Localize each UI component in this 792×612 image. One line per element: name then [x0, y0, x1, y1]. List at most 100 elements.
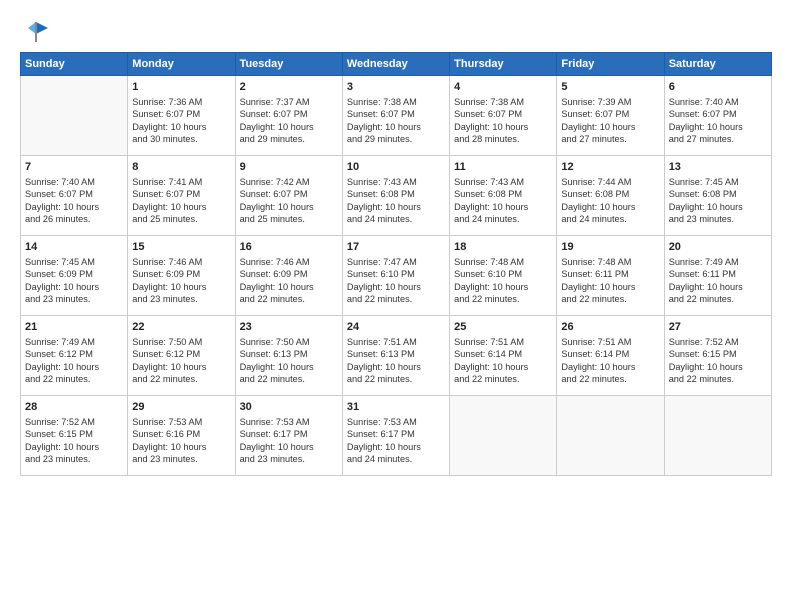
calendar-cell — [664, 396, 771, 476]
calendar-cell: 23Sunrise: 7:50 AM Sunset: 6:13 PM Dayli… — [235, 316, 342, 396]
day-number: 30 — [240, 400, 338, 415]
calendar-cell: 20Sunrise: 7:49 AM Sunset: 6:11 PM Dayli… — [664, 236, 771, 316]
day-info: Sunrise: 7:47 AM Sunset: 6:10 PM Dayligh… — [347, 256, 445, 306]
calendar-cell: 12Sunrise: 7:44 AM Sunset: 6:08 PM Dayli… — [557, 156, 664, 236]
day-number: 19 — [561, 240, 659, 255]
calendar-cell: 2Sunrise: 7:37 AM Sunset: 6:07 PM Daylig… — [235, 76, 342, 156]
calendar-cell: 15Sunrise: 7:46 AM Sunset: 6:09 PM Dayli… — [128, 236, 235, 316]
calendar-cell: 8Sunrise: 7:41 AM Sunset: 6:07 PM Daylig… — [128, 156, 235, 236]
calendar-cell: 28Sunrise: 7:52 AM Sunset: 6:15 PM Dayli… — [21, 396, 128, 476]
calendar-cell: 4Sunrise: 7:38 AM Sunset: 6:07 PM Daylig… — [450, 76, 557, 156]
weekday-header: Wednesday — [342, 53, 449, 76]
day-info: Sunrise: 7:52 AM Sunset: 6:15 PM Dayligh… — [25, 416, 123, 466]
day-number: 26 — [561, 320, 659, 335]
calendar-cell — [450, 396, 557, 476]
day-number: 10 — [347, 160, 445, 175]
calendar-cell: 7Sunrise: 7:40 AM Sunset: 6:07 PM Daylig… — [21, 156, 128, 236]
day-number: 17 — [347, 240, 445, 255]
calendar-cell: 10Sunrise: 7:43 AM Sunset: 6:08 PM Dayli… — [342, 156, 449, 236]
calendar-cell — [21, 76, 128, 156]
day-info: Sunrise: 7:51 AM Sunset: 6:14 PM Dayligh… — [561, 336, 659, 386]
calendar-week: 28Sunrise: 7:52 AM Sunset: 6:15 PM Dayli… — [21, 396, 772, 476]
day-info: Sunrise: 7:53 AM Sunset: 6:17 PM Dayligh… — [347, 416, 445, 466]
day-info: Sunrise: 7:43 AM Sunset: 6:08 PM Dayligh… — [347, 176, 445, 226]
day-info: Sunrise: 7:49 AM Sunset: 6:12 PM Dayligh… — [25, 336, 123, 386]
day-number: 29 — [132, 400, 230, 415]
page: SundayMondayTuesdayWednesdayThursdayFrid… — [0, 0, 792, 612]
day-number: 16 — [240, 240, 338, 255]
calendar-cell: 6Sunrise: 7:40 AM Sunset: 6:07 PM Daylig… — [664, 76, 771, 156]
calendar-cell: 29Sunrise: 7:53 AM Sunset: 6:16 PM Dayli… — [128, 396, 235, 476]
day-number: 28 — [25, 400, 123, 415]
logo-icon — [22, 18, 50, 46]
header — [20, 18, 772, 42]
calendar-cell — [557, 396, 664, 476]
calendar-cell: 25Sunrise: 7:51 AM Sunset: 6:14 PM Dayli… — [450, 316, 557, 396]
day-info: Sunrise: 7:38 AM Sunset: 6:07 PM Dayligh… — [454, 96, 552, 146]
day-info: Sunrise: 7:51 AM Sunset: 6:14 PM Dayligh… — [454, 336, 552, 386]
calendar-cell: 22Sunrise: 7:50 AM Sunset: 6:12 PM Dayli… — [128, 316, 235, 396]
weekday-header: Tuesday — [235, 53, 342, 76]
day-info: Sunrise: 7:44 AM Sunset: 6:08 PM Dayligh… — [561, 176, 659, 226]
calendar-week: 7Sunrise: 7:40 AM Sunset: 6:07 PM Daylig… — [21, 156, 772, 236]
day-number: 9 — [240, 160, 338, 175]
calendar-cell: 1Sunrise: 7:36 AM Sunset: 6:07 PM Daylig… — [128, 76, 235, 156]
day-number: 8 — [132, 160, 230, 175]
day-number: 12 — [561, 160, 659, 175]
day-number: 25 — [454, 320, 552, 335]
day-number: 6 — [669, 80, 767, 95]
day-info: Sunrise: 7:39 AM Sunset: 6:07 PM Dayligh… — [561, 96, 659, 146]
calendar-cell: 19Sunrise: 7:48 AM Sunset: 6:11 PM Dayli… — [557, 236, 664, 316]
day-number: 23 — [240, 320, 338, 335]
day-number: 20 — [669, 240, 767, 255]
calendar-cell: 13Sunrise: 7:45 AM Sunset: 6:08 PM Dayli… — [664, 156, 771, 236]
day-info: Sunrise: 7:50 AM Sunset: 6:12 PM Dayligh… — [132, 336, 230, 386]
calendar-cell: 3Sunrise: 7:38 AM Sunset: 6:07 PM Daylig… — [342, 76, 449, 156]
logo — [20, 18, 50, 42]
calendar-cell: 18Sunrise: 7:48 AM Sunset: 6:10 PM Dayli… — [450, 236, 557, 316]
day-number: 31 — [347, 400, 445, 415]
calendar-week: 14Sunrise: 7:45 AM Sunset: 6:09 PM Dayli… — [21, 236, 772, 316]
day-info: Sunrise: 7:46 AM Sunset: 6:09 PM Dayligh… — [240, 256, 338, 306]
calendar-week: 1Sunrise: 7:36 AM Sunset: 6:07 PM Daylig… — [21, 76, 772, 156]
day-number: 18 — [454, 240, 552, 255]
day-info: Sunrise: 7:48 AM Sunset: 6:10 PM Dayligh… — [454, 256, 552, 306]
calendar-cell: 30Sunrise: 7:53 AM Sunset: 6:17 PM Dayli… — [235, 396, 342, 476]
day-info: Sunrise: 7:45 AM Sunset: 6:08 PM Dayligh… — [669, 176, 767, 226]
day-info: Sunrise: 7:43 AM Sunset: 6:08 PM Dayligh… — [454, 176, 552, 226]
day-info: Sunrise: 7:50 AM Sunset: 6:13 PM Dayligh… — [240, 336, 338, 386]
day-info: Sunrise: 7:51 AM Sunset: 6:13 PM Dayligh… — [347, 336, 445, 386]
day-number: 14 — [25, 240, 123, 255]
weekday-header: Friday — [557, 53, 664, 76]
day-info: Sunrise: 7:41 AM Sunset: 6:07 PM Dayligh… — [132, 176, 230, 226]
day-number: 22 — [132, 320, 230, 335]
calendar-table: SundayMondayTuesdayWednesdayThursdayFrid… — [20, 52, 772, 476]
day-number: 2 — [240, 80, 338, 95]
day-number: 24 — [347, 320, 445, 335]
weekday-header: Sunday — [21, 53, 128, 76]
calendar-cell: 24Sunrise: 7:51 AM Sunset: 6:13 PM Dayli… — [342, 316, 449, 396]
day-info: Sunrise: 7:37 AM Sunset: 6:07 PM Dayligh… — [240, 96, 338, 146]
day-number: 21 — [25, 320, 123, 335]
calendar-cell: 27Sunrise: 7:52 AM Sunset: 6:15 PM Dayli… — [664, 316, 771, 396]
day-number: 7 — [25, 160, 123, 175]
calendar-cell: 11Sunrise: 7:43 AM Sunset: 6:08 PM Dayli… — [450, 156, 557, 236]
day-number: 11 — [454, 160, 552, 175]
day-info: Sunrise: 7:48 AM Sunset: 6:11 PM Dayligh… — [561, 256, 659, 306]
calendar-cell: 5Sunrise: 7:39 AM Sunset: 6:07 PM Daylig… — [557, 76, 664, 156]
calendar-cell: 14Sunrise: 7:45 AM Sunset: 6:09 PM Dayli… — [21, 236, 128, 316]
day-number: 27 — [669, 320, 767, 335]
day-info: Sunrise: 7:42 AM Sunset: 6:07 PM Dayligh… — [240, 176, 338, 226]
weekday-header: Monday — [128, 53, 235, 76]
day-info: Sunrise: 7:46 AM Sunset: 6:09 PM Dayligh… — [132, 256, 230, 306]
day-info: Sunrise: 7:40 AM Sunset: 6:07 PM Dayligh… — [25, 176, 123, 226]
day-info: Sunrise: 7:53 AM Sunset: 6:16 PM Dayligh… — [132, 416, 230, 466]
day-info: Sunrise: 7:36 AM Sunset: 6:07 PM Dayligh… — [132, 96, 230, 146]
calendar-cell: 31Sunrise: 7:53 AM Sunset: 6:17 PM Dayli… — [342, 396, 449, 476]
calendar-week: 21Sunrise: 7:49 AM Sunset: 6:12 PM Dayli… — [21, 316, 772, 396]
day-info: Sunrise: 7:38 AM Sunset: 6:07 PM Dayligh… — [347, 96, 445, 146]
calendar-cell: 16Sunrise: 7:46 AM Sunset: 6:09 PM Dayli… — [235, 236, 342, 316]
day-number: 1 — [132, 80, 230, 95]
day-number: 5 — [561, 80, 659, 95]
day-info: Sunrise: 7:49 AM Sunset: 6:11 PM Dayligh… — [669, 256, 767, 306]
